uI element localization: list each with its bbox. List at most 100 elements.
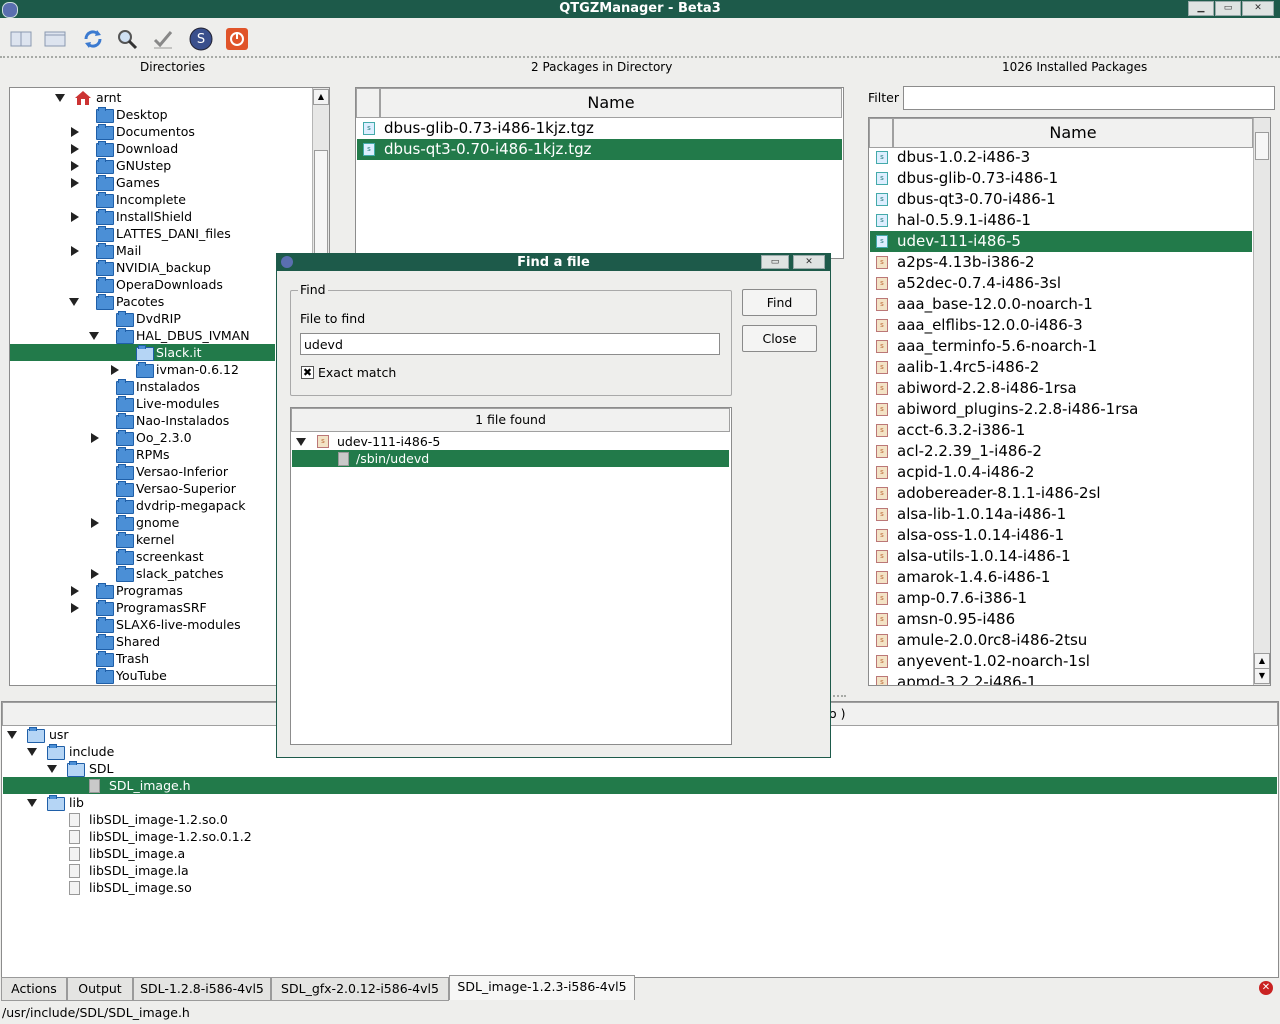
collapse-arrow-icon[interactable] [7, 731, 17, 739]
installed-name-column[interactable]: Name [893, 118, 1253, 148]
dir-tree-item[interactable]: YouTube [10, 667, 310, 684]
expand-arrow-icon[interactable] [91, 518, 99, 528]
dir-tree-item[interactable]: HAL_DBUS_IVMAN [10, 327, 310, 344]
installed-package-row[interactable]: s amarok-1.4.6-i486-1 [870, 567, 1252, 588]
refresh-icon[interactable] [80, 26, 106, 52]
expand-arrow-icon[interactable] [91, 569, 99, 579]
scroll-thumb[interactable] [1255, 132, 1269, 160]
file-to-find-input[interactable] [300, 333, 720, 355]
filter-input[interactable] [903, 86, 1275, 110]
dir-tree-item[interactable]: Versao-Inferior [10, 463, 310, 480]
installed-package-row[interactable]: s acl-2.2.39_1-i486-2 [870, 441, 1252, 462]
installed-package-row[interactable]: s aaa_terminfo-5.6-noarch-1 [870, 336, 1252, 357]
dir-tree-item[interactable]: Versao-Superior [10, 480, 310, 497]
installed-package-row[interactable]: s hal-0.5.9.1-i486-1 [870, 210, 1252, 231]
installed-package-row[interactable]: s alsa-oss-1.0.14-i486-1 [870, 525, 1252, 546]
dir-tree-item[interactable]: ProgramasSRF [10, 599, 310, 616]
content-tree-item[interactable]: libSDL_image-1.2.so.0 [3, 811, 603, 828]
content-tree-item[interactable]: SDL_image.h [3, 777, 1277, 794]
dir-tree-item[interactable]: Oo_2.3.0 [10, 429, 310, 446]
tree-root[interactable]: arnt [10, 89, 315, 106]
dir-tree-item[interactable]: Nao-Instalados [10, 412, 310, 429]
dir-tree-item[interactable]: NVIDIA_backup [10, 259, 310, 276]
maximize-button[interactable]: ▭ [1215, 1, 1241, 16]
installed-package-row[interactable]: s abiword_plugins-2.2.8-i486-1rsa [870, 399, 1252, 420]
installed-package-row[interactable]: s amsn-0.95-i486 [870, 609, 1252, 630]
installed-package-row[interactable]: s anyevent-1.02-noarch-1sl [870, 651, 1252, 672]
open-directory-icon[interactable] [8, 26, 34, 52]
expand-arrow-icon[interactable] [91, 433, 99, 443]
tab-0[interactable]: Actions [1, 977, 67, 1001]
scroll-up-icon[interactable]: ▲ [313, 89, 329, 105]
close-dialog-button[interactable]: Close [742, 325, 817, 352]
dir-tree-item[interactable]: Documentos [10, 123, 310, 140]
expand-arrow-icon[interactable] [71, 586, 79, 596]
tab-1[interactable]: Output [67, 977, 133, 1001]
dir-tree-item[interactable]: kernel [10, 531, 310, 548]
installed-package-row[interactable]: s udev-111-i486-5 [870, 231, 1252, 252]
dir-tree-item[interactable]: dvdrip-megapack [10, 497, 310, 514]
dir-tree-item[interactable]: OperaDownloads [10, 276, 310, 293]
find-dialog[interactable]: Find a file ▭ ✕ Find File to find ✖ Exac… [276, 253, 831, 758]
installed-package-row[interactable]: s amule-2.0.0rc8-i486-2tsu [870, 630, 1252, 651]
packages-name-column[interactable]: Name [380, 88, 842, 118]
dir-tree-item[interactable]: slack_patches [10, 565, 310, 582]
expand-arrow-icon[interactable] [71, 161, 79, 171]
dir-tree-item[interactable]: DvdRIP [10, 310, 310, 327]
installed-package-row[interactable]: s acpid-1.0.4-i486-2 [870, 462, 1252, 483]
content-tree-item[interactable]: libSDL_image.la [3, 862, 603, 879]
package-row[interactable]: s dbus-qt3-0.70-i486-1kjz.tgz [357, 139, 842, 160]
dir-tree-item[interactable]: Mail [10, 242, 310, 259]
collapse-arrow-icon[interactable] [27, 799, 37, 807]
content-tree-item[interactable]: libSDL_image.so [3, 879, 603, 896]
tab-2[interactable]: SDL-1.2.8-i586-4vl5 [133, 977, 271, 1001]
dir-tree-item[interactable]: LATTES_DANI_files [10, 225, 310, 242]
installed-package-row[interactable]: s aaa_elflibs-12.0.0-i486-3 [870, 315, 1252, 336]
dir-tree-item[interactable]: Download [10, 140, 310, 157]
exact-match-checkbox[interactable]: ✖ [301, 366, 314, 379]
results-tree[interactable]: 1 file found s udev-111-i486-5 /sbin/ude… [290, 407, 732, 745]
quit-icon[interactable] [224, 26, 250, 52]
expand-arrow-icon[interactable] [71, 127, 79, 137]
installed-package-row[interactable]: s abiword-2.2.8-i486-1rsa [870, 378, 1252, 399]
open-file-icon[interactable] [42, 26, 68, 52]
installed-package-row[interactable]: s dbus-glib-0.73-i486-1 [870, 168, 1252, 189]
dir-tree-item[interactable]: Trash [10, 650, 310, 667]
dir-tree-item[interactable]: Instalados [10, 378, 310, 395]
collapse-arrow-icon[interactable] [27, 748, 37, 756]
content-tree-item[interactable]: lib [3, 794, 603, 811]
collapse-arrow-icon[interactable] [69, 298, 79, 306]
content-tree-item[interactable]: libSDL_image-1.2.so.0.1.2 [3, 828, 603, 845]
dir-tree-item[interactable]: Incomplete [10, 191, 310, 208]
result-file-row[interactable]: /sbin/udevd [292, 450, 729, 467]
expand-arrow-icon[interactable] [71, 246, 79, 256]
search-icon[interactable] [114, 26, 140, 52]
dir-tree-item[interactable]: InstallShield [10, 208, 310, 225]
installed-package-row[interactable]: s adobereader-8.1.1-i486-2sl [870, 483, 1252, 504]
check-icon[interactable] [150, 26, 176, 52]
installed-package-row[interactable]: s apmd-3.2.2-i486-1 [870, 672, 1252, 685]
collapse-arrow-icon[interactable] [47, 765, 57, 773]
dir-tree-item[interactable]: Slack.it [10, 344, 275, 361]
installed-package-row[interactable]: s acct-6.3.2-i386-1 [870, 420, 1252, 441]
slackware-icon[interactable]: S [188, 26, 214, 52]
scroll-up-icon[interactable]: ▲ [1254, 653, 1270, 669]
dir-tree-item[interactable]: RPMs [10, 446, 310, 463]
installed-package-row[interactable]: s a2ps-4.13b-i386-2 [870, 252, 1252, 273]
installed-package-row[interactable]: s dbus-qt3-0.70-i486-1 [870, 189, 1252, 210]
dir-tree-item[interactable]: Pacotes [10, 293, 310, 310]
expand-arrow-icon[interactable] [71, 603, 79, 613]
dir-tree-item[interactable]: screenkast [10, 548, 310, 565]
expand-arrow-icon[interactable] [71, 144, 79, 154]
package-row[interactable]: s dbus-glib-0.73-i486-1kjz.tgz [357, 118, 842, 139]
dir-tree-item[interactable]: Programas [10, 582, 310, 599]
dir-tree-item[interactable]: Desktop [10, 106, 310, 123]
tab-3[interactable]: SDL_gfx-2.0.12-i586-4vl5 [271, 977, 449, 1001]
scroll-down-icon[interactable]: ▼ [1254, 668, 1270, 684]
installed-scrollbar[interactable]: ▲ ▼ [1253, 118, 1270, 685]
content-tree-item[interactable]: libSDL_image.a [3, 845, 603, 862]
tab-4[interactable]: SDL_image-1.2.3-i586-4vl5 [449, 975, 635, 1000]
installed-package-row[interactable]: s aalib-1.4rc5-i486-2 [870, 357, 1252, 378]
packages-panel[interactable]: Name s dbus-glib-0.73-i486-1kjz.tgz s dbus-… [355, 87, 844, 259]
expand-arrow-icon[interactable] [71, 212, 79, 222]
